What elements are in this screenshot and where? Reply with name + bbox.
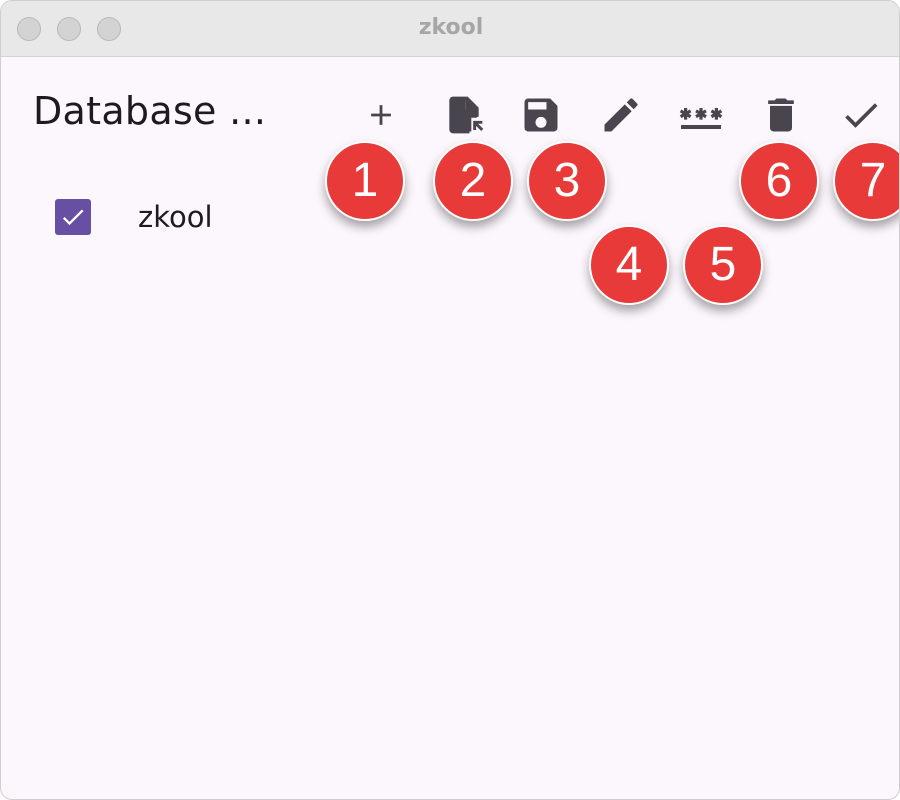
checkmark-icon: [62, 209, 84, 226]
annotation-badge: 3: [527, 141, 607, 221]
set-password-button[interactable]: [673, 87, 729, 143]
annotation-badge: 6: [739, 141, 819, 221]
annotation-badge: 4: [589, 225, 669, 305]
title-bar: zkool: [1, 1, 899, 57]
edit-database-button[interactable]: [593, 87, 649, 143]
app-window: zkool Database ... 1 2 3 4 5 6 7 zkool: [0, 0, 900, 800]
database-list-item[interactable]: zkool: [33, 189, 333, 245]
main-content: Database ... 1 2 3 4 5 6 7 zkool: [1, 57, 899, 799]
password-asterisks-icon: [679, 108, 723, 129]
pencil-edit-icon: [604, 98, 638, 132]
trash-icon: [768, 98, 794, 132]
add-database-button[interactable]: [353, 87, 409, 143]
annotation-badge: 7: [833, 141, 899, 221]
import-database-button[interactable]: [436, 87, 492, 143]
annotation-badge: 1: [325, 141, 405, 221]
database-checkbox[interactable]: [55, 199, 91, 235]
save-database-button[interactable]: [513, 87, 569, 143]
check-icon: [845, 103, 878, 128]
file-import-icon: [449, 96, 484, 134]
database-name: zkool: [138, 200, 213, 234]
done-button[interactable]: [833, 87, 889, 143]
floppy-save-icon: [524, 98, 558, 132]
plus-icon: [371, 105, 391, 125]
annotation-badge: 2: [433, 141, 513, 221]
window-title: zkool: [418, 15, 484, 40]
annotation-badge: 5: [683, 225, 763, 305]
delete-database-button[interactable]: [753, 87, 809, 143]
page-title: Database ...: [33, 89, 267, 133]
